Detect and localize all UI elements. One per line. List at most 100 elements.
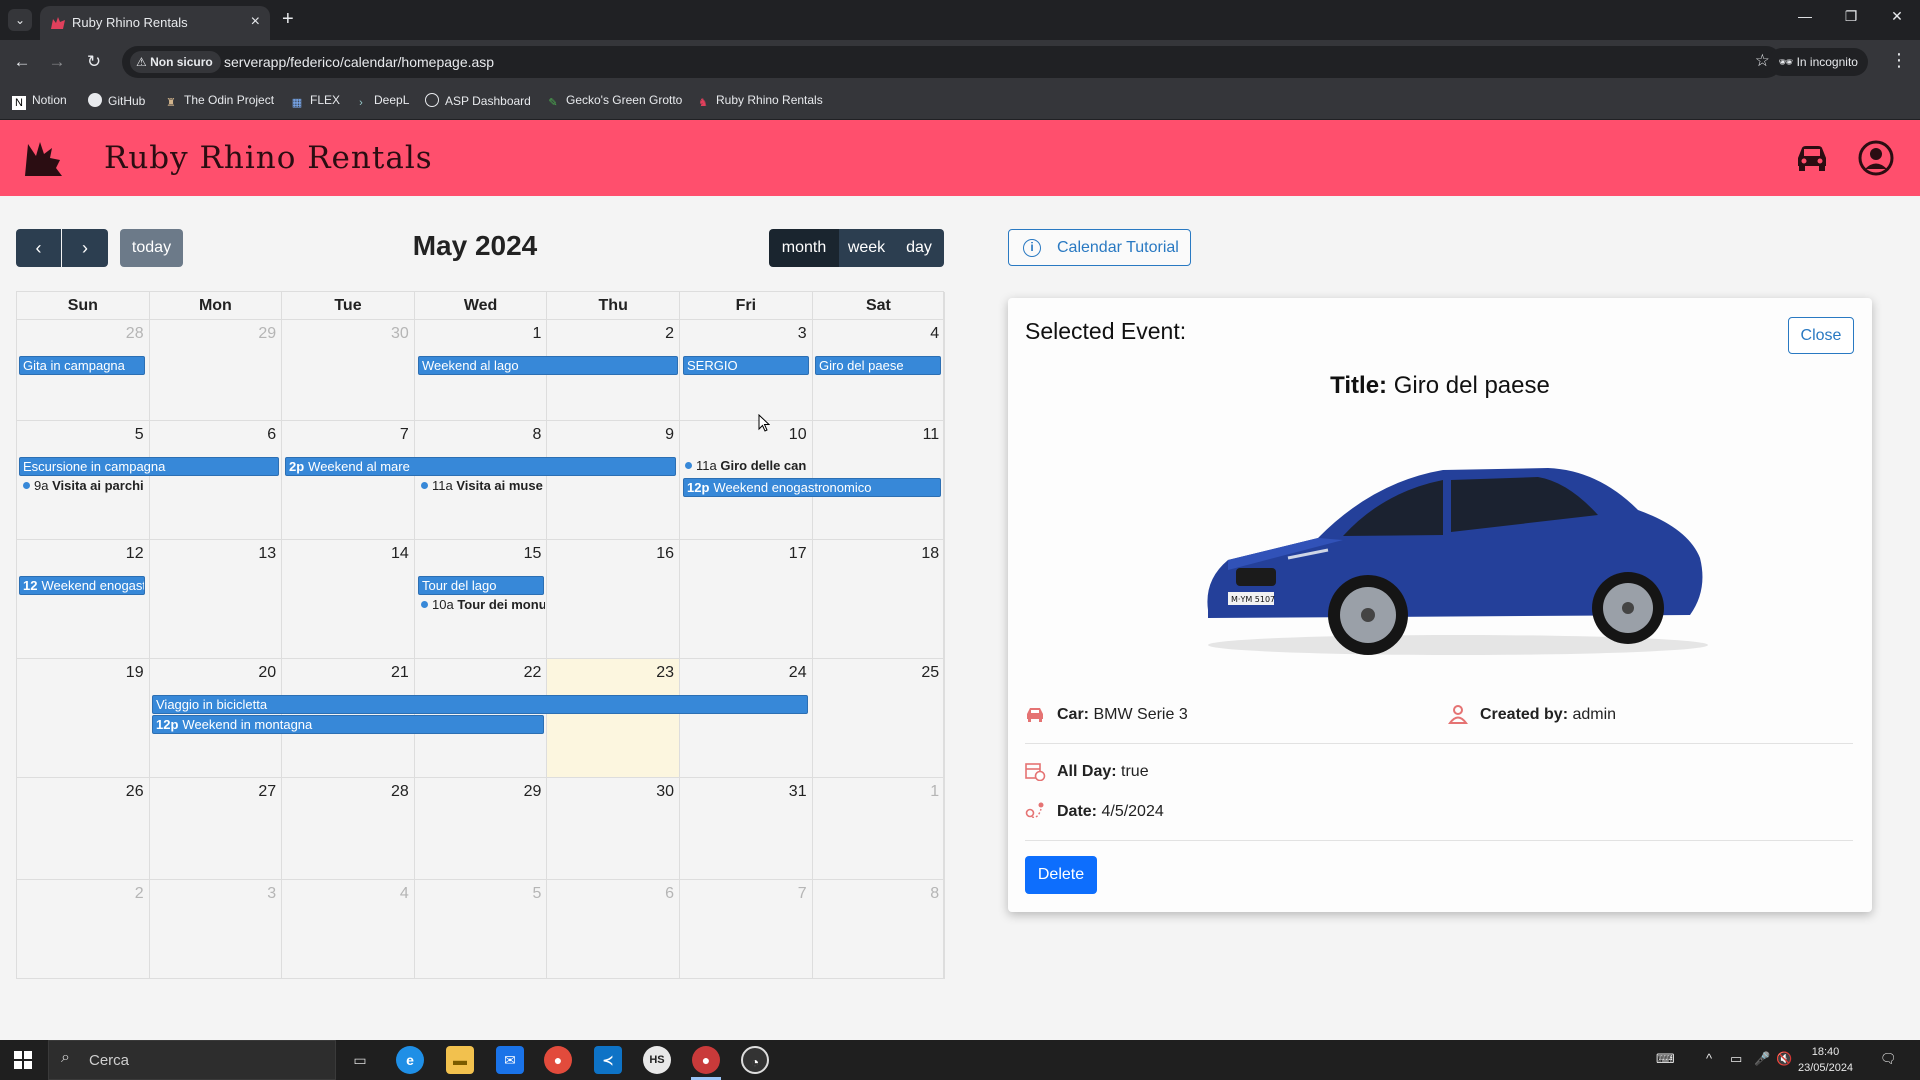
day-number[interactable]: 16 <box>656 545 674 563</box>
day-cell[interactable]: 25 <box>812 659 946 778</box>
brand-title[interactable]: Ruby Rhino Rentals <box>104 140 433 176</box>
day-number[interactable]: 23 <box>656 664 674 682</box>
browser-tab[interactable]: Ruby Rhino Rentals × <box>40 6 270 40</box>
calendar-event[interactable]: 2p Weekend al mare <box>285 457 676 476</box>
calendar-event[interactable]: 9a Visita ai parchi <box>23 477 145 495</box>
day-number[interactable]: 25 <box>921 664 939 682</box>
day-number[interactable]: 4 <box>930 325 939 343</box>
edge-icon[interactable]: e <box>396 1046 424 1074</box>
day-cell[interactable]: 6 <box>547 880 680 979</box>
calendar-event[interactable]: Escursione in campagna <box>19 457 279 476</box>
day-number[interactable]: 15 <box>524 545 542 563</box>
day-cell[interactable]: 8 <box>812 880 946 979</box>
day-cell[interactable]: 14 <box>282 540 415 659</box>
day-number[interactable]: 7 <box>798 885 807 903</box>
system-clock[interactable]: 18:40 23/05/2024 <box>1798 1044 1853 1076</box>
address-bar[interactable]: ⚠ Non sicuro serverapp/federico/calendar… <box>122 46 1782 78</box>
day-number[interactable]: 29 <box>258 325 276 343</box>
day-cell[interactable]: 30 <box>547 778 680 880</box>
view-day-button[interactable]: day <box>894 229 944 267</box>
day-number[interactable]: 12 <box>126 545 144 563</box>
day-number[interactable]: 6 <box>267 426 276 444</box>
calendar-event[interactable]: Weekend al lago <box>418 356 678 375</box>
day-number[interactable]: 17 <box>789 545 807 563</box>
day-number[interactable]: 20 <box>258 664 276 682</box>
mail-icon[interactable]: ✉ <box>496 1046 524 1074</box>
day-cell[interactable]: 16 <box>547 540 680 659</box>
day-cell[interactable]: 12 <box>17 540 150 659</box>
forward-icon[interactable]: → <box>45 50 69 74</box>
day-cell[interactable]: 6 <box>149 421 283 540</box>
microphone-icon[interactable]: 🎤 <box>1754 1051 1770 1067</box>
tray-chevron-icon[interactable]: ^ <box>1706 1051 1712 1066</box>
window-close-icon[interactable]: ✕ <box>1882 8 1912 25</box>
calendar-event[interactable]: Tour del lago <box>418 576 544 595</box>
view-week-button[interactable]: week <box>839 229 894 267</box>
bookmark-flex[interactable]: ▦ FLEX <box>290 93 340 110</box>
day-cell[interactable]: 27 <box>149 778 283 880</box>
day-cell[interactable]: 18 <box>812 540 946 659</box>
incognito-badge[interactable]: 🕶 In incognito <box>1768 48 1868 76</box>
bookmark-rhino[interactable]: ♞ Ruby Rhino Rentals <box>696 93 823 110</box>
today-button[interactable]: today <box>120 229 183 267</box>
day-number[interactable]: 30 <box>391 325 409 343</box>
volume-muted-icon[interactable]: 🔇 <box>1776 1051 1792 1067</box>
vscode-icon[interactable]: ≺ <box>594 1046 622 1074</box>
calendar-tutorial-button[interactable]: i Calendar Tutorial <box>1008 229 1191 266</box>
calendar-event[interactable]: 12p Weekend in montagna <box>152 715 544 734</box>
file-explorer-icon[interactable]: ▬ <box>446 1046 474 1074</box>
day-cell[interactable]: 29 <box>149 320 283 421</box>
day-number[interactable]: 5 <box>135 426 144 444</box>
day-number[interactable]: 21 <box>391 664 409 682</box>
bookmark-deepl[interactable]: › DeepL <box>354 93 409 110</box>
network-icon[interactable]: ▭ <box>1730 1051 1742 1067</box>
calendar-event[interactable]: SERGIO <box>683 356 809 375</box>
day-cell[interactable]: 5 <box>414 880 548 979</box>
day-cell[interactable]: 28 <box>282 778 415 880</box>
calendar-event[interactable]: 12p Weekend enogastronomico <box>683 478 941 497</box>
reload-icon[interactable]: ↻ <box>82 50 106 74</box>
day-number[interactable]: 24 <box>789 664 807 682</box>
calendar-event[interactable]: 11a Visita ai muse <box>421 477 545 495</box>
calendar-event[interactable]: 11a Giro delle can <box>685 457 809 475</box>
next-month-button[interactable]: › <box>62 229 108 267</box>
day-cell[interactable]: 23 <box>547 659 680 778</box>
calendar-event[interactable]: Viaggio in bicicletta <box>152 695 808 714</box>
day-number[interactable]: 1 <box>532 325 541 343</box>
day-number[interactable]: 31 <box>789 783 807 801</box>
day-cell[interactable]: 30 <box>282 320 415 421</box>
close-button[interactable]: Close <box>1788 317 1854 354</box>
day-number[interactable]: 6 <box>665 885 674 903</box>
rhino-logo-icon[interactable] <box>22 138 64 178</box>
day-cell[interactable]: 17 <box>680 540 813 659</box>
view-month-button[interactable]: month <box>769 229 839 267</box>
day-number[interactable]: 1 <box>930 783 939 801</box>
notifications-icon[interactable]: 🗨 <box>1880 1051 1897 1067</box>
bookmark-github[interactable]: GitHub <box>88 93 145 108</box>
delete-button[interactable]: Delete <box>1025 856 1097 894</box>
day-cell[interactable]: 9 <box>547 421 680 540</box>
day-number[interactable]: 13 <box>258 545 276 563</box>
task-view-icon[interactable]: ▭ <box>346 1046 374 1074</box>
bookmark-asp[interactable]: ASP Dashboard <box>425 93 531 108</box>
day-number[interactable]: 7 <box>400 426 409 444</box>
day-number[interactable]: 8 <box>532 426 541 444</box>
day-number[interactable]: 28 <box>391 783 409 801</box>
calendar-event[interactable]: 12 Weekend enogast <box>19 576 145 595</box>
day-number[interactable]: 11 <box>923 426 940 444</box>
day-cell[interactable]: 29 <box>414 778 548 880</box>
menu-kebab-icon[interactable]: ⋮ <box>1890 50 1908 71</box>
day-number[interactable]: 8 <box>930 885 939 903</box>
day-cell[interactable]: 13 <box>149 540 283 659</box>
bookmark-notion[interactable]: N Notion <box>12 93 67 110</box>
new-tab-icon[interactable]: + <box>282 8 294 31</box>
taskbar-search[interactable]: ⌕ Cerca <box>48 1040 336 1080</box>
back-icon[interactable]: ← <box>10 50 34 74</box>
day-cell[interactable]: 19 <box>17 659 150 778</box>
day-number[interactable]: 29 <box>524 783 542 801</box>
day-cell[interactable]: 3 <box>149 880 283 979</box>
chrome-icon[interactable]: ● <box>544 1046 572 1074</box>
hs-app-icon[interactable]: HS <box>643 1046 671 1074</box>
day-number[interactable]: 18 <box>921 545 939 563</box>
day-number[interactable]: 4 <box>400 885 409 903</box>
